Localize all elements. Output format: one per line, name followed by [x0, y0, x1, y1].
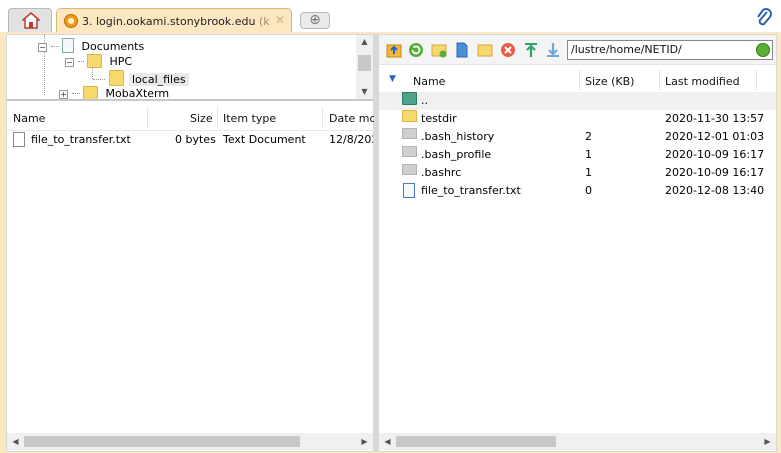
folder-icon — [108, 70, 124, 86]
tree-scrollbar-thumb[interactable] — [358, 55, 371, 71]
tree-node-hpc[interactable]: − HPC — [65, 54, 132, 70]
session-tab-title-text: 3. login.ookami.stonybrook.edu — [82, 15, 256, 28]
refresh-icon[interactable] — [408, 42, 424, 58]
tree-node-documents[interactable]: − Documents — [38, 38, 144, 54]
documents-icon — [62, 38, 74, 53]
session-tab-title-suffix: (krk — [259, 15, 270, 28]
local-horizontal-scrollbar[interactable]: ◀ ▶ — [7, 433, 373, 450]
scroll-down-icon[interactable]: ▼ — [356, 85, 373, 99]
session-icon — [64, 14, 78, 28]
new-file-icon[interactable] — [454, 42, 470, 58]
home-icon — [21, 12, 41, 32]
remote-scrollbar-thumb[interactable] — [396, 436, 556, 447]
remote-table-header: ▼ Name Size (KB) Last modified — [379, 66, 776, 94]
upload-icon[interactable] — [523, 42, 539, 58]
close-tab-icon[interactable]: ✕ — [275, 13, 285, 27]
main-frame: − Documents − HPC local_files + MobaXter… — [0, 32, 781, 453]
file-name: testdir — [421, 112, 457, 125]
file-modified: 2020-11-30 13:57 — [665, 112, 765, 125]
local-scrollbar-thumb[interactable] — [24, 436, 300, 447]
go-icon[interactable] — [756, 43, 770, 57]
remote-path-input[interactable]: /lustre/home/NETID/ — [567, 40, 773, 60]
folder-icon — [87, 54, 102, 68]
table-row[interactable]: .bash_profile 1 2020-10-09 16:17 — [379, 146, 776, 164]
tree-node-label: HPC — [109, 55, 133, 68]
remote-file-table: ▼ Name Size (KB) Last modified .. testdi… — [379, 66, 776, 435]
collapse-icon[interactable]: − — [65, 58, 74, 67]
table-row[interactable]: file_to_transfer.txt 0 2020-12-08 13:40 — [379, 182, 776, 200]
table-row[interactable]: .bashrc 1 2020-10-09 16:17 — [379, 164, 776, 182]
tree-node-mobaxterm[interactable]: + MobaXterm — [59, 86, 170, 100]
table-row[interactable]: testdir 2020-11-30 13:57 — [379, 110, 776, 128]
column-header-name[interactable]: Name — [413, 75, 445, 88]
table-row[interactable]: .bash_history 2 2020-12-01 01:03 — [379, 128, 776, 146]
delete-icon[interactable] — [500, 42, 516, 58]
file-size: 0 bytes — [175, 133, 216, 146]
home-tab[interactable] — [8, 8, 52, 33]
column-header-name[interactable]: Name — [13, 112, 45, 125]
tree-node-label: local_files — [129, 73, 189, 86]
file-name: file_to_transfer.txt — [31, 133, 131, 146]
parent-directory-icon[interactable] — [386, 42, 402, 58]
session-tab[interactable]: 3. login.ookami.stonybrook.edu (krk ✕ — [56, 8, 292, 33]
file-size: 2 — [585, 130, 592, 143]
file-name: file_to_transfer.txt — [421, 184, 521, 197]
column-header-size[interactable]: Size (KB) — [585, 75, 634, 88]
tree-scrollbar[interactable]: ▲ ▼ — [356, 35, 373, 99]
table-row[interactable]: file_to_transfer.txt 0 bytes Text Docume… — [7, 131, 373, 149]
new-folder-icon[interactable] — [431, 42, 447, 58]
column-header-size[interactable]: Size — [190, 112, 213, 125]
scroll-right-icon[interactable]: ▶ — [356, 435, 373, 449]
file-name: .. — [421, 94, 428, 107]
remote-path-text: /lustre/home/NETID/ — [571, 43, 682, 56]
remote-toolbar: /lustre/home/NETID/ — [379, 35, 776, 65]
local-panel: − Documents − HPC local_files + MobaXter… — [6, 34, 383, 452]
session-tab-title: 3. login.ookami.stonybrook.edu (krk — [82, 15, 270, 28]
folder-tree: − Documents − HPC local_files + MobaXter… — [7, 35, 373, 101]
remote-horizontal-scrollbar[interactable]: ◀ ▶ — [379, 433, 776, 450]
scroll-right-icon[interactable]: ▶ — [759, 435, 776, 449]
tree-node-local-files[interactable]: local_files — [93, 70, 189, 86]
file-modified: 2020-10-09 16:17 — [665, 148, 765, 161]
tab-bar: 3. login.ookami.stonybrook.edu (krk ✕ ⊕ — [0, 0, 781, 33]
new-tab-button[interactable]: ⊕ — [300, 12, 330, 29]
file-type: Text Document — [223, 133, 306, 146]
scroll-up-icon[interactable]: ▲ — [356, 35, 373, 49]
file-name: .bash_history — [421, 130, 495, 143]
folder-icon[interactable] — [477, 42, 493, 58]
collapse-icon[interactable]: − — [38, 43, 47, 52]
scroll-left-icon[interactable]: ◀ — [7, 435, 24, 449]
file-modified: 2020-10-09 16:17 — [665, 166, 765, 179]
sort-arrow-icon[interactable]: ▼ — [389, 74, 396, 84]
file-name: .bashrc — [421, 166, 462, 179]
file-size: 0 — [585, 184, 592, 197]
column-header-last-modified[interactable]: Last modified — [665, 75, 740, 88]
remote-panel: /lustre/home/NETID/ ▼ Name Size (KB) Las… — [378, 34, 777, 452]
tree-node-label: MobaXterm — [105, 87, 170, 100]
table-row[interactable]: .. — [379, 92, 776, 110]
tree-node-label: Documents — [81, 40, 145, 53]
expand-icon[interactable]: + — [59, 90, 68, 99]
file-name: .bash_profile — [421, 148, 492, 161]
file-modified: 2020-12-08 13:40 — [665, 184, 765, 197]
file-size: 1 — [585, 148, 592, 161]
folder-icon — [83, 86, 98, 99]
download-icon[interactable] — [545, 42, 561, 58]
file-modified: 2020-12-01 01:03 — [665, 130, 765, 143]
paperclip-icon[interactable] — [755, 8, 773, 31]
scroll-left-icon[interactable]: ◀ — [379, 435, 396, 449]
local-file-table: Name Size Item type Date mod file_to_tra… — [7, 103, 383, 435]
file-size: 1 — [585, 166, 592, 179]
file-date: 12/8/2020 — [329, 133, 373, 146]
column-header-item-type[interactable]: Item type — [223, 112, 276, 125]
local-table-header: Name Size Item type Date mod — [7, 103, 383, 131]
